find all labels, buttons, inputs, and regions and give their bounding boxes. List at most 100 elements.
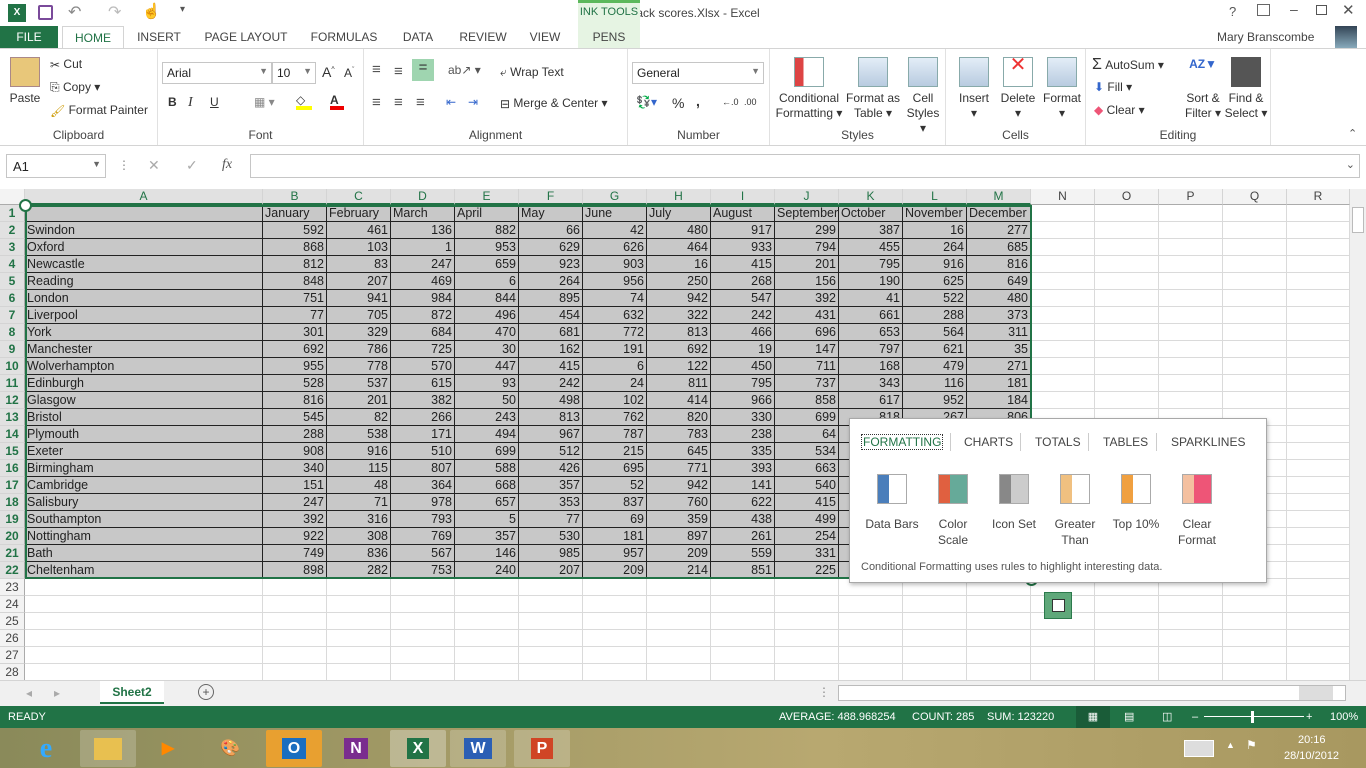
cell[interactable]: 181 xyxy=(583,528,647,545)
cell[interactable]: London xyxy=(25,290,263,307)
cell[interactable]: 301 xyxy=(263,324,327,341)
cell[interactable] xyxy=(1095,205,1159,222)
cell[interactable] xyxy=(903,664,967,680)
cell[interactable]: 141 xyxy=(711,477,775,494)
cell[interactable]: 793 xyxy=(391,511,455,528)
cell[interactable]: 93 xyxy=(455,375,519,392)
cell[interactable]: 240 xyxy=(455,562,519,579)
cell[interactable]: 393 xyxy=(711,460,775,477)
increase-decimal-icon[interactable]: ←.0 xyxy=(722,97,739,107)
cell[interactable] xyxy=(775,630,839,647)
cell[interactable] xyxy=(1031,392,1095,409)
cell[interactable] xyxy=(1287,358,1350,375)
video-icon[interactable]: ▶ xyxy=(140,730,196,767)
cell[interactable] xyxy=(1159,596,1223,613)
column-header-F[interactable]: F xyxy=(519,189,583,205)
cell[interactable]: 496 xyxy=(455,307,519,324)
cell[interactable]: 50 xyxy=(455,392,519,409)
cell[interactable]: 181 xyxy=(967,375,1031,392)
cell[interactable] xyxy=(519,647,583,664)
cell[interactable]: 528 xyxy=(263,375,327,392)
underline-button[interactable]: U xyxy=(210,95,219,109)
cell[interactable]: 316 xyxy=(327,511,391,528)
cell[interactable] xyxy=(1031,324,1095,341)
cell[interactable]: 872 xyxy=(391,307,455,324)
cell[interactable]: 705 xyxy=(327,307,391,324)
comma-button[interactable]: , xyxy=(696,93,700,109)
cell[interactable] xyxy=(1223,392,1287,409)
cell[interactable] xyxy=(1095,375,1159,392)
cell[interactable]: 811 xyxy=(647,375,711,392)
row-header[interactable]: 16 xyxy=(0,460,25,477)
cell[interactable] xyxy=(519,664,583,680)
cell[interactable]: October xyxy=(839,205,903,222)
row-header[interactable]: 22 xyxy=(0,562,25,579)
cell[interactable]: 16 xyxy=(647,256,711,273)
cell[interactable] xyxy=(1159,664,1223,680)
cell[interactable] xyxy=(1095,341,1159,358)
cell[interactable]: 122 xyxy=(647,358,711,375)
cell[interactable]: 512 xyxy=(519,443,583,460)
clear-button[interactable]: ◆ Clear ▾ xyxy=(1094,103,1145,117)
row-header[interactable]: 23 xyxy=(0,579,25,596)
cell[interactable] xyxy=(711,647,775,664)
cell[interactable]: 567 xyxy=(391,545,455,562)
cell[interactable]: 466 xyxy=(711,324,775,341)
cell[interactable] xyxy=(1223,239,1287,256)
cell[interactable]: 917 xyxy=(711,222,775,239)
cell[interactable] xyxy=(1031,630,1095,647)
cell[interactable] xyxy=(1287,409,1350,426)
cell[interactable]: 77 xyxy=(263,307,327,324)
cell[interactable]: 537 xyxy=(327,375,391,392)
minimize-button[interactable]: – xyxy=(1290,1,1298,17)
cell[interactable]: 499 xyxy=(775,511,839,528)
powerpoint-icon[interactable]: P xyxy=(514,730,570,767)
cell[interactable]: 795 xyxy=(839,256,903,273)
cell[interactable]: 6 xyxy=(455,273,519,290)
increase-indent-icon[interactable]: ⇥ xyxy=(468,95,478,109)
tab-review[interactable]: REVIEW xyxy=(452,26,514,49)
next-sheet-icon[interactable]: ▸ xyxy=(54,686,60,700)
cell[interactable]: 392 xyxy=(263,511,327,528)
sort-filter-button[interactable]: AZ▼ Sort & Filter ▾ xyxy=(1182,57,1224,121)
cell[interactable]: Swindon xyxy=(25,222,263,239)
tab-file[interactable]: FILE xyxy=(0,26,58,49)
cell[interactable] xyxy=(1287,494,1350,511)
format-painter-button[interactable]: 🖌 Format Painter xyxy=(50,103,148,118)
cell[interactable] xyxy=(1287,426,1350,443)
cell[interactable] xyxy=(1287,290,1350,307)
cell[interactable]: 242 xyxy=(519,375,583,392)
autosum-button[interactable]: Σ AutoSum ▾ xyxy=(1092,56,1164,74)
cell[interactable]: 813 xyxy=(647,324,711,341)
cell[interactable] xyxy=(1159,647,1223,664)
cell[interactable]: Wolverhampton xyxy=(25,358,263,375)
ribbon-display-icon[interactable] xyxy=(1257,4,1270,16)
fill-button[interactable]: ⬇ Fill ▾ xyxy=(1094,80,1132,94)
cell[interactable] xyxy=(903,630,967,647)
font-color-icon[interactable]: A xyxy=(330,93,344,110)
cell[interactable] xyxy=(1159,613,1223,630)
cell[interactable] xyxy=(647,579,711,596)
cell[interactable]: 797 xyxy=(839,341,903,358)
decrease-indent-icon[interactable]: ⇤ xyxy=(446,95,456,109)
cell[interactable]: 426 xyxy=(519,460,583,477)
cell[interactable]: 957 xyxy=(583,545,647,562)
cell[interactable] xyxy=(1287,647,1350,664)
cell[interactable]: 470 xyxy=(455,324,519,341)
cell[interactable]: 288 xyxy=(263,426,327,443)
cell[interactable] xyxy=(583,596,647,613)
cell[interactable]: 657 xyxy=(455,494,519,511)
cell[interactable] xyxy=(1159,341,1223,358)
tab-pens[interactable]: PENS xyxy=(580,26,638,49)
cell[interactable] xyxy=(839,613,903,630)
column-header-H[interactable]: H xyxy=(647,189,711,205)
qa-item[interactable]: Color Scale xyxy=(922,474,984,548)
delete-button[interactable]: ✕ Delete ▾ xyxy=(996,55,1040,121)
cell[interactable]: 214 xyxy=(647,562,711,579)
cell[interactable] xyxy=(1223,273,1287,290)
cell[interactable] xyxy=(1287,664,1350,680)
cell[interactable] xyxy=(1223,222,1287,239)
cell[interactable] xyxy=(647,613,711,630)
cell[interactable] xyxy=(1031,273,1095,290)
cell[interactable] xyxy=(25,664,263,680)
